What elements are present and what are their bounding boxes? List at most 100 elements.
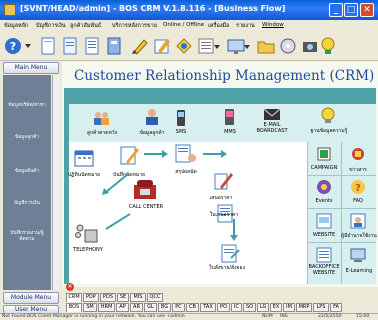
menu-reports-followup[interactable]: บันทึกรายงาน/ผู้ติดตาม bbox=[3, 231, 51, 243]
report-dropdown-icon[interactable] bbox=[212, 36, 222, 56]
left-navigation-panel: Main Menu ข้อมูลบริษัท/สาขา ข้อมูลลูกค้า… bbox=[0, 62, 62, 314]
svg-text:?: ? bbox=[355, 183, 361, 194]
prospect-customer-icon[interactable] bbox=[92, 110, 110, 126]
tab-lps[interactable]: LPS bbox=[313, 303, 329, 312]
tab-tax[interactable]: TAX bbox=[200, 303, 216, 312]
tab-so[interactable]: SO bbox=[243, 303, 256, 312]
document-list-icon[interactable] bbox=[82, 36, 102, 56]
tab-gl[interactable]: GL bbox=[144, 303, 157, 312]
menu-item-reports[interactable]: รายงาน bbox=[236, 22, 255, 30]
left-panel-scrollbar[interactable] bbox=[52, 75, 60, 290]
menu-customer-data[interactable]: ข้อมูลลูกค้า bbox=[3, 135, 51, 141]
menu-company-branch[interactable]: ข้อมูลบริษัท/สาขา bbox=[3, 103, 51, 109]
sms-phone-icon[interactable] bbox=[175, 109, 187, 127]
notebook-icon[interactable] bbox=[104, 36, 124, 56]
faq-icon[interactable]: ? bbox=[350, 179, 366, 195]
app-icon bbox=[4, 4, 16, 16]
screen-dropdown-icon[interactable] bbox=[242, 36, 252, 56]
status-message: Not Found BOS Client Manager is running … bbox=[2, 314, 185, 319]
camera-icon[interactable] bbox=[300, 36, 320, 56]
edit-icon[interactable] bbox=[152, 36, 172, 56]
tab-crm[interactable]: CRM bbox=[66, 293, 82, 302]
tab-qcc[interactable]: QCC bbox=[147, 293, 163, 302]
tools-icon[interactable] bbox=[174, 36, 194, 56]
tab-sm[interactable]: SM bbox=[83, 303, 97, 312]
main-menu-button[interactable]: Main Menu bbox=[3, 62, 59, 74]
knowledge-base-icon[interactable] bbox=[320, 107, 336, 125]
menu-item-accounting[interactable]: บัญชีการเงิน bbox=[36, 22, 66, 30]
tab-ic[interactable]: IC bbox=[231, 303, 242, 312]
tab-pds[interactable]: PDS bbox=[100, 293, 116, 302]
divider bbox=[307, 208, 376, 209]
menu-item-master-data[interactable]: ข้อมูลหลัก bbox=[4, 22, 28, 30]
website-icon[interactable] bbox=[315, 212, 333, 230]
backoffice-website-icon[interactable] bbox=[315, 246, 333, 264]
sms-label: SMS bbox=[175, 129, 187, 135]
tab-se[interactable]: SE bbox=[117, 293, 129, 302]
call-center-label: CALL CENTER bbox=[128, 204, 164, 210]
tab-lg[interactable]: LG bbox=[257, 303, 269, 312]
tab-pdp[interactable]: PDP bbox=[83, 293, 99, 302]
sales-order-icon[interactable] bbox=[219, 242, 241, 264]
module-menu-button[interactable]: Module Menu bbox=[3, 292, 59, 304]
campaign-icon[interactable] bbox=[316, 146, 332, 162]
tab-bos[interactable]: BOS bbox=[66, 303, 82, 312]
help-icon[interactable]: ? bbox=[4, 36, 32, 56]
meeting-summary-icon[interactable] bbox=[174, 142, 198, 166]
authorized-users-icon[interactable] bbox=[349, 212, 367, 230]
close-document-button[interactable]: ✕ bbox=[66, 283, 74, 291]
maximize-button[interactable]: □ bbox=[344, 3, 358, 17]
news-icon[interactable] bbox=[350, 146, 366, 162]
tab-ar[interactable]: AR bbox=[130, 303, 143, 312]
quotation-request-icon[interactable] bbox=[212, 170, 234, 192]
disc-icon[interactable] bbox=[278, 36, 298, 56]
tab-mrp[interactable]: MRP bbox=[296, 303, 312, 312]
e-learning-icon[interactable] bbox=[349, 246, 367, 264]
news-label: ข่าวสาร bbox=[349, 167, 367, 173]
folder-icon[interactable] bbox=[256, 36, 276, 56]
menu-item-online-offline[interactable]: Online / Offline bbox=[163, 22, 204, 28]
status-date: 22/5/2550 bbox=[318, 314, 342, 319]
pencil-icon[interactable] bbox=[130, 36, 150, 56]
menu-item-window[interactable]: Window bbox=[262, 22, 284, 28]
tab-ap[interactable]: AP bbox=[116, 303, 129, 312]
tab-hrm[interactable]: HRM bbox=[98, 303, 115, 312]
menu-accounting[interactable]: บัญชีการเงิน bbox=[3, 201, 51, 207]
email-broadcast-icon[interactable] bbox=[262, 106, 282, 122]
tab-im[interactable]: IM bbox=[283, 303, 295, 312]
main-menu-list: ข้อมูลบริษัท/สาขา ข้อมูลลูกค้า ข้อมูลสิน… bbox=[3, 75, 51, 290]
quotation-label: ใบเสนอราคา bbox=[209, 212, 239, 218]
toolbar: ? bbox=[0, 31, 378, 61]
minimize-button[interactable]: _ bbox=[329, 3, 343, 17]
new-document-icon[interactable] bbox=[38, 36, 58, 56]
window-title: [SVNT/HEAD/admin] - BOS CRM V.1.8.116 - … bbox=[20, 4, 286, 13]
telephony-icon[interactable] bbox=[74, 222, 100, 246]
tab-fa[interactable]: FA bbox=[330, 303, 342, 312]
menu-product-data[interactable]: ข้อมูลสินค้า bbox=[3, 169, 51, 175]
mms-phone-icon[interactable] bbox=[222, 108, 238, 126]
svg-text:?: ? bbox=[10, 40, 16, 53]
tab-mis[interactable]: MIS bbox=[130, 293, 146, 302]
flow-arrow-icon bbox=[144, 150, 168, 158]
events-icon[interactable] bbox=[316, 179, 332, 195]
appointment-icon[interactable] bbox=[118, 144, 140, 166]
tab-pc[interactable]: PC bbox=[172, 303, 185, 312]
tab-bg[interactable]: BG bbox=[158, 303, 171, 312]
close-button[interactable]: ✕ bbox=[360, 3, 374, 17]
menu-item-after-sales[interactable]: บริการหลังการขาย bbox=[112, 22, 157, 30]
open-document-icon[interactable] bbox=[60, 36, 80, 56]
lightbulb-icon[interactable] bbox=[318, 36, 338, 56]
menu-item-tools[interactable]: เครื่องมือ bbox=[208, 22, 229, 30]
status-ins: INS bbox=[280, 314, 288, 319]
calendar-icon[interactable] bbox=[73, 148, 95, 168]
menu-item-crm[interactable]: ลูกค้าสัมพันธ์ bbox=[70, 22, 101, 30]
tab-po[interactable]: PO bbox=[217, 303, 230, 312]
flow-connector-icon bbox=[102, 173, 129, 195]
status-bar: Not Found BOS Client Manager is running … bbox=[0, 313, 378, 320]
email-broadcast-label: E-MAIL BOARDCAST bbox=[256, 122, 288, 134]
module-tabs-row-2: BOS SM HRM AP AR GL BG PC CB TAX PO IC S… bbox=[62, 303, 378, 313]
customer-data-icon[interactable] bbox=[144, 108, 160, 126]
tab-cb[interactable]: CB bbox=[186, 303, 199, 312]
flow-connector-icon bbox=[105, 213, 131, 230]
tab-ex[interactable]: EX bbox=[270, 303, 282, 312]
